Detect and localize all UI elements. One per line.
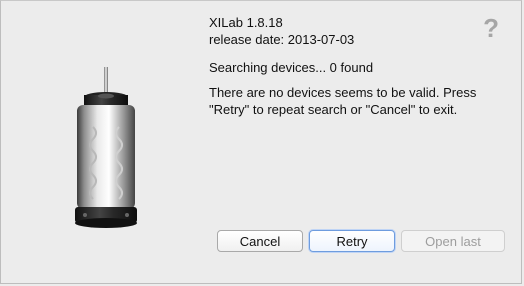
retry-button[interactable]: Retry bbox=[309, 230, 395, 252]
no-devices-message: There are no devices seems to be valid. … bbox=[209, 85, 477, 117]
cancel-button[interactable]: Cancel bbox=[217, 230, 303, 252]
release-date-label: release date: 2013-07-03 bbox=[209, 32, 355, 47]
motor-icon bbox=[75, 67, 137, 228]
info-text-block: XILab 1.8.18 release date: 2013-07-03 Se… bbox=[209, 14, 509, 118]
version-label: XILab 1.8.18 bbox=[209, 15, 283, 30]
search-status-label: Searching devices... 0 found bbox=[209, 60, 374, 75]
open-last-button[interactable]: Open last bbox=[401, 230, 505, 252]
device-search-dialog: ? XILab 1.8.18 release date: 2013-07-03 … bbox=[0, 0, 522, 284]
